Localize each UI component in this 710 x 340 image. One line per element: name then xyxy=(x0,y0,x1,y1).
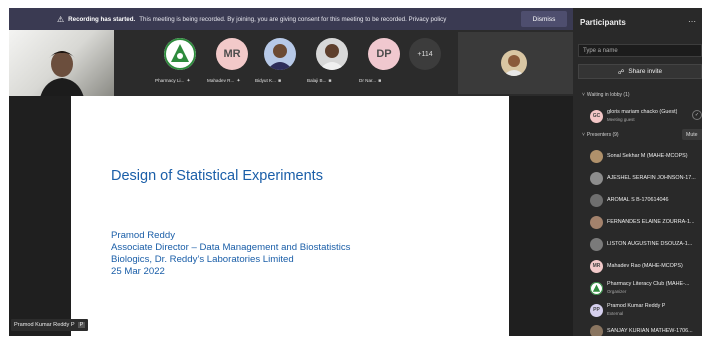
club-logo-icon xyxy=(590,281,603,295)
presentation-slide: Design of Statistical Experiments Pramod… xyxy=(71,96,509,336)
meeting-window: ⚠ Recording has started. This meeting is… xyxy=(9,8,702,336)
participant-name: Mahadev Rao (MAHE-MCOPS) xyxy=(607,263,683,269)
avatar xyxy=(316,38,348,70)
participant-tile-name: Mahadev R... xyxy=(207,78,235,83)
participant-name: AROMAL S B-170614046 xyxy=(607,197,669,203)
presenters-section-header[interactable]: ˅ Presenters (9) xyxy=(582,132,619,138)
video-off-icon: ■ xyxy=(378,78,382,84)
admit-check-icon[interactable]: ✓ xyxy=(692,110,702,120)
participant-name: SANJAY KURIAN MATHEW-1706... xyxy=(607,328,693,334)
person-silhouette-icon xyxy=(40,51,84,96)
avatar xyxy=(264,38,296,70)
panel-title: Participants xyxy=(580,18,626,27)
avatar: PP xyxy=(590,303,603,317)
participant-tile[interactable]: Balaji B... ■ xyxy=(307,38,357,94)
avatar: MR xyxy=(216,38,248,70)
avatar xyxy=(590,149,603,163)
avatar xyxy=(590,237,603,251)
avatar xyxy=(590,324,603,336)
participant-tile-name: Dr Nar... xyxy=(359,78,377,83)
avatar: GC xyxy=(590,109,603,123)
more-participants-button[interactable]: +114 xyxy=(409,38,441,70)
warning-icon: ⚠ xyxy=(57,14,65,24)
dismiss-button[interactable]: Dismiss xyxy=(521,11,567,27)
participant-subtitle: Organizer xyxy=(607,289,627,294)
participant-row[interactable]: Sonal Sekhar M (MAHE-MCOPS) xyxy=(573,146,702,166)
participant-row[interactable]: MR Mahadev Rao (MAHE-MCOPS) xyxy=(573,256,702,276)
microphone-off-icon: ✦ xyxy=(236,78,241,84)
participant-name: AJESHEL SERAFIN JOHNSON-17... xyxy=(607,175,696,181)
participant-tile[interactable]: Bidyut K... ■ xyxy=(255,38,305,94)
recording-banner-title: Recording has started. xyxy=(68,15,136,23)
club-logo-icon xyxy=(164,38,196,70)
participant-tile-name: Pharmacy Li... xyxy=(155,78,185,83)
participants-panel: Participants ⋯ Type a name ☍ Share invit… xyxy=(573,8,702,336)
search-input[interactable]: Type a name xyxy=(578,44,702,57)
slide-presenter-role: Associate Director – Data Management and… xyxy=(111,242,351,253)
avatar: MR xyxy=(590,259,603,273)
participant-subtitle: Meeting guest xyxy=(607,117,635,122)
participant-name: FERNANDES ELAINE ZOURRA-1... xyxy=(607,219,695,225)
participant-video[interactable] xyxy=(458,32,573,94)
participant-name: gloris mariam chacko (Guest) xyxy=(607,109,678,115)
shared-content-stage: Design of Statistical Experiments Pramod… xyxy=(9,96,573,336)
share-invite-button[interactable]: ☍ Share invite xyxy=(578,64,702,79)
slide-presenter-company: Biologics, Dr. Reddy’s Laboratories Limi… xyxy=(111,254,294,265)
participant-tile[interactable]: MR Mahadev R... ✦ xyxy=(207,38,257,94)
video-strip: Pharmacy Li... ✦ MR Mahadev R... ✦ Bidyut … xyxy=(9,30,573,96)
share-invite-label: Share invite xyxy=(628,68,663,75)
participant-tile-name: Bidyut K... xyxy=(255,78,276,83)
participant-row[interactable]: Pharmacy Literacy Club (MAHE-... Organiz… xyxy=(573,278,702,298)
participant-tile-name: Balaji B... xyxy=(307,78,327,83)
lobby-participant[interactable]: GC gloris mariam chacko (Guest) Meeting … xyxy=(573,106,702,126)
chevron-down-icon: ˅ xyxy=(582,132,585,138)
participant-name: Pramod Kumar Reddy P xyxy=(607,303,666,309)
participant-name: LISTON AUGUSTINE DSOUZA-1... xyxy=(607,241,693,247)
recording-banner: ⚠ Recording has started. This meeting is… xyxy=(9,8,573,30)
participant-subtitle: External xyxy=(607,311,624,316)
presenter-name: Pramod Kumar Reddy P xyxy=(14,322,75,328)
video-off-icon: ■ xyxy=(277,78,281,84)
mute-all-button[interactable]: Mute xyxy=(682,129,702,140)
participant-row[interactable]: FERNANDES ELAINE ZOURRA-1... xyxy=(573,212,702,232)
presenter-name-tag: Pramod Kumar Reddy P P xyxy=(11,319,89,331)
microphone-off-icon: ✦ xyxy=(186,78,191,84)
pin-icon[interactable]: P xyxy=(77,322,86,328)
avatar xyxy=(590,215,603,229)
participant-tile[interactable]: Pharmacy Li... ✦ xyxy=(155,38,205,94)
avatar xyxy=(501,50,527,76)
slide-date: 25 Mar 2022 xyxy=(111,266,165,277)
avatar: DP xyxy=(368,38,400,70)
slide-title: Design of Statistical Experiments xyxy=(111,168,323,184)
recording-banner-message: This meeting is being recorded. By joini… xyxy=(139,15,447,23)
video-off-icon: ■ xyxy=(328,78,332,84)
participant-row[interactable]: SANJAY KURIAN MATHEW-1706... xyxy=(573,321,702,336)
more-options-icon[interactable]: ⋯ xyxy=(688,17,696,26)
participant-row[interactable]: AJESHEL SERAFIN JOHNSON-17... xyxy=(573,168,702,188)
participant-row[interactable]: PP Pramod Kumar Reddy P External xyxy=(573,300,702,320)
participant-row[interactable]: LISTON AUGUSTINE DSOUZA-1... xyxy=(573,234,702,254)
avatar xyxy=(590,171,603,185)
participant-name: Pharmacy Literacy Club (MAHE-... xyxy=(607,281,690,287)
avatar xyxy=(590,193,603,207)
participant-tile[interactable]: DP Dr Nar... ■ xyxy=(359,38,409,94)
participant-row[interactable]: AROMAL S B-170614046 xyxy=(573,190,702,210)
self-video[interactable] xyxy=(9,30,114,96)
participant-name: Sonal Sekhar M (MAHE-MCOPS) xyxy=(607,153,688,159)
lobby-section-header[interactable]: ˅ Waiting in lobby (1) xyxy=(582,92,630,98)
chevron-down-icon: ˅ xyxy=(582,92,585,98)
share-icon: ☍ xyxy=(617,68,625,76)
slide-presenter-name: Pramod Reddy xyxy=(111,230,175,241)
